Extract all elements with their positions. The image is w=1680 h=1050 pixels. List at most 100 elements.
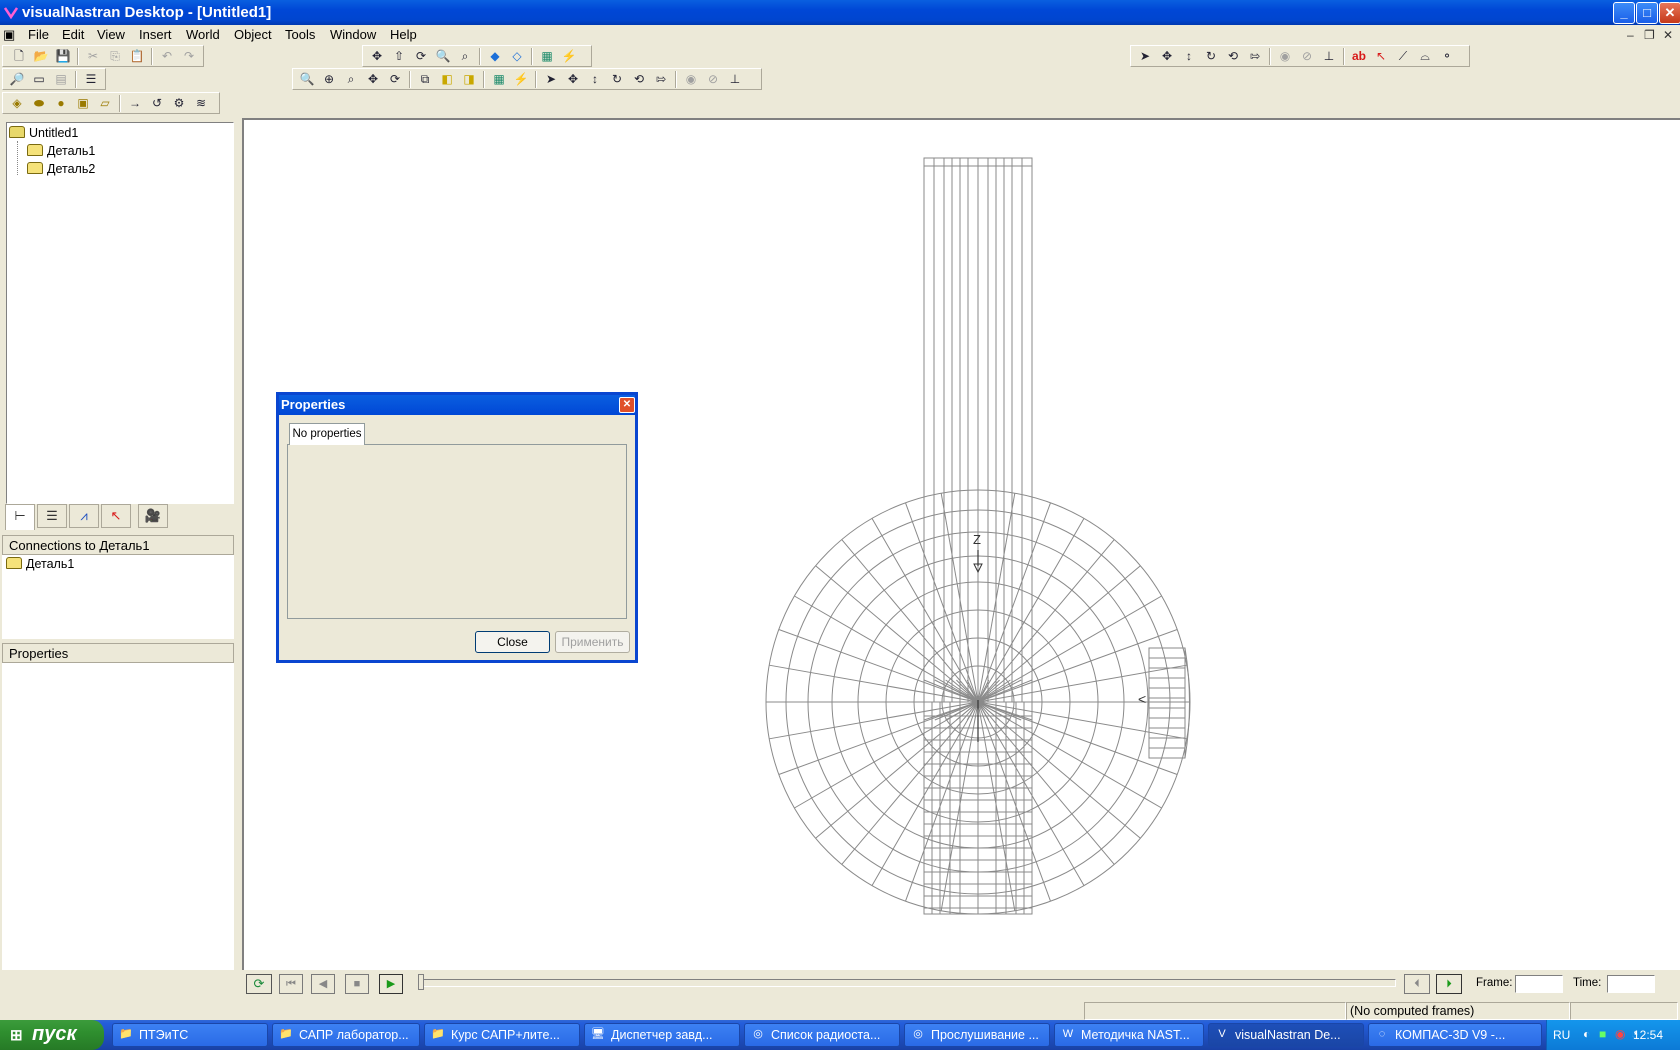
- insert-sphere-icon[interactable]: ●: [53, 95, 69, 111]
- menu-world[interactable]: World: [186, 27, 220, 42]
- pan-icon[interactable]: ⇧: [391, 48, 407, 64]
- tab-no-properties[interactable]: No properties: [289, 423, 365, 445]
- taskbar-button[interactable]: ◎ Список радиоста...: [744, 1023, 900, 1047]
- no-joint-icon[interactable]: ⊘: [705, 71, 721, 87]
- joint-icon[interactable]: ⊘: [1299, 48, 1315, 64]
- timeline-thumb[interactable]: [418, 974, 424, 990]
- insert-spring-icon[interactable]: ≋: [193, 95, 209, 111]
- point-constraint-icon[interactable]: ◉: [1277, 48, 1293, 64]
- wireframe-view-icon[interactable]: ◇: [509, 48, 525, 64]
- start-button[interactable]: ⊞ пуск: [0, 1020, 104, 1050]
- taskbar-button[interactable]: W Методичка NAST...: [1054, 1023, 1204, 1047]
- insert-cylinder-icon[interactable]: ⬬: [31, 95, 47, 111]
- tree-item-detal1[interactable]: Деталь1: [27, 144, 95, 158]
- grid-toggle-icon[interactable]: ▦: [491, 71, 507, 87]
- new-file-icon[interactable]: 🗋: [11, 48, 27, 64]
- tab-movie-view[interactable]: 🎥: [138, 504, 168, 528]
- undo-icon[interactable]: ↶: [159, 48, 175, 64]
- minimize-button[interactable]: _: [1613, 2, 1635, 24]
- language-indicator[interactable]: RU: [1553, 1028, 1570, 1042]
- dialog-apply-button[interactable]: Применить: [555, 631, 630, 653]
- paste-icon[interactable]: 📋: [129, 48, 145, 64]
- menu-edit[interactable]: Edit: [62, 27, 84, 42]
- orbit-icon[interactable]: ⟳: [387, 71, 403, 87]
- taskbar-button[interactable]: 🖥 Диспетчер завд...: [584, 1023, 740, 1047]
- menu-help[interactable]: Help: [390, 27, 417, 42]
- menu-insert[interactable]: Insert: [139, 27, 172, 42]
- zoom-plus-icon[interactable]: ⊕: [321, 71, 337, 87]
- pan-view-icon[interactable]: ✥: [365, 71, 381, 87]
- insert-box-icon[interactable]: ▣: [75, 95, 91, 111]
- select-arrow-icon[interactable]: ➤: [1137, 48, 1153, 64]
- polygon-icon[interactable]: ⌓: [1417, 48, 1433, 64]
- insert-torque-icon[interactable]: ↺: [149, 95, 165, 111]
- tab-list-view[interactable]: ☰: [37, 504, 67, 528]
- vertical-move-icon[interactable]: ↕: [1181, 48, 1197, 64]
- close-button[interactable]: ✕: [1659, 2, 1680, 24]
- view-top-icon[interactable]: ◨: [461, 71, 477, 87]
- redo-icon[interactable]: ↷: [181, 48, 197, 64]
- taskbar-button[interactable]: 📁 САПР лаборатор...: [272, 1023, 420, 1047]
- maximize-button[interactable]: □: [1636, 2, 1658, 24]
- taskbar-button[interactable]: ◌ КОМПАС-3D V9 -...: [1368, 1023, 1542, 1047]
- time-field[interactable]: [1607, 975, 1655, 993]
- tab-graph-view[interactable]: ⩘: [69, 504, 99, 528]
- pointer-icon[interactable]: ➤: [543, 71, 559, 87]
- move-view-icon[interactable]: ✥: [369, 48, 385, 64]
- step-back-button[interactable]: ◀: [311, 974, 335, 994]
- constraint-icon[interactable]: ↖: [1373, 48, 1389, 64]
- tray-icon-network[interactable]: ◐: [1583, 1027, 1590, 1041]
- anchor-object-icon[interactable]: ⊥: [727, 71, 743, 87]
- elevate-icon[interactable]: ↕: [587, 71, 603, 87]
- insert-force-icon[interactable]: →: [127, 95, 143, 111]
- list-properties-icon[interactable]: ☰: [83, 71, 99, 87]
- document-icon[interactable]: ▣: [3, 27, 15, 43]
- menu-file[interactable]: File: [28, 27, 49, 42]
- tree-item-detal2[interactable]: Деталь2: [27, 162, 95, 176]
- tray-icon-status[interactable]: ■: [1599, 1027, 1606, 1041]
- cut-icon[interactable]: ✂: [85, 48, 101, 64]
- taskbar-button[interactable]: 📁 Курс САПР+лите...: [424, 1023, 580, 1047]
- spin-object-icon[interactable]: ⟲: [631, 71, 647, 87]
- mdi-close-button[interactable]: ✕: [1663, 28, 1673, 42]
- run-simulation-button[interactable]: ⟳: [246, 974, 272, 994]
- dialog-close-icon[interactable]: ✕: [619, 397, 635, 413]
- layout-icon[interactable]: ▤: [53, 71, 69, 87]
- zoom-window-icon[interactable]: ⌕: [343, 71, 359, 87]
- insert-plane-icon[interactable]: ◈: [9, 95, 25, 111]
- spin-icon[interactable]: ⟲: [1225, 48, 1241, 64]
- taskbar-button[interactable]: ◎ Прослушивание ...: [904, 1023, 1050, 1047]
- insert-slab-icon[interactable]: ▱: [97, 95, 113, 111]
- snap-icon[interactable]: ⚡: [561, 48, 577, 64]
- taskbar-button[interactable]: 📁 ПТЭиТС: [112, 1023, 268, 1047]
- copy-icon[interactable]: ⎘: [107, 48, 123, 64]
- mdi-minimize-button[interactable]: –: [1627, 28, 1634, 42]
- stop-button[interactable]: ■: [345, 974, 369, 994]
- tab-constraint-view[interactable]: ↖: [101, 504, 131, 528]
- menu-tools[interactable]: Tools: [285, 27, 315, 42]
- frame-field[interactable]: [1515, 975, 1563, 993]
- text-label-icon[interactable]: ab: [1351, 48, 1367, 64]
- menu-view[interactable]: View: [97, 27, 125, 42]
- move-object-icon[interactable]: ✥: [1159, 48, 1175, 64]
- measure-icon[interactable]: ⟋: [1395, 48, 1411, 64]
- rewind-button[interactable]: ⏮: [279, 974, 303, 994]
- save-icon[interactable]: 💾: [55, 48, 71, 64]
- menu-window[interactable]: Window: [330, 27, 376, 42]
- dialog-close-button[interactable]: Close: [475, 631, 550, 653]
- taskbar-button[interactable]: VvisualNastran De...: [1208, 1023, 1364, 1047]
- shaded-view-icon[interactable]: ◆: [487, 48, 503, 64]
- step-frame-forward-button[interactable]: ⏵: [1436, 974, 1462, 994]
- play-button[interactable]: ▶: [379, 974, 403, 994]
- open-file-icon[interactable]: 📂: [33, 48, 49, 64]
- rotate-object-icon[interactable]: ↻: [1203, 48, 1219, 64]
- zoom-fit-icon[interactable]: ⌕: [457, 48, 473, 64]
- tab-tree-view[interactable]: ⊢: [5, 504, 35, 530]
- zoom-view-icon[interactable]: 🔎: [9, 71, 25, 87]
- menu-object[interactable]: Object: [234, 27, 272, 42]
- connection-item[interactable]: Деталь1: [6, 557, 74, 571]
- rotate-icon[interactable]: ↻: [609, 71, 625, 87]
- tray-icon-antivirus[interactable]: ◉: [1615, 1027, 1625, 1041]
- step-frame-back-button[interactable]: ⏴: [1404, 974, 1430, 994]
- mdi-restore-button[interactable]: ❐: [1644, 28, 1655, 42]
